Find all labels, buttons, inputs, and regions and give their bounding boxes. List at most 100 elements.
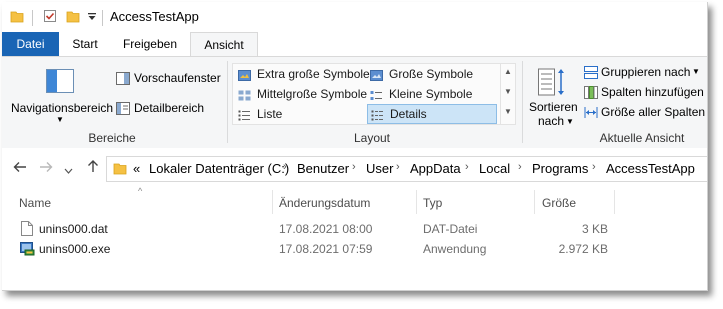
sort-by-label-2: nach (538, 114, 565, 128)
sort-by-label: Sortieren (529, 100, 578, 114)
title-bar: AccessTestApp (2, 2, 707, 32)
size-columns-icon (584, 106, 598, 122)
breadcrumb-item[interactable]: Programs (532, 161, 588, 176)
breadcrumb-item[interactable]: Benutzer (297, 161, 349, 176)
dropdown-arrow-icon: ▼ (566, 117, 574, 126)
tab-ansicht[interactable]: Ansicht (190, 32, 258, 57)
file-type: DAT-Datei (423, 222, 478, 236)
preview-pane-button[interactable]: Vorschaufenster (114, 70, 222, 88)
breadcrumb-item[interactable]: User (366, 161, 393, 176)
breadcrumb-chevron-icon[interactable]: › (396, 161, 400, 173)
table-row[interactable]: unins000.dat 17.08.2021 08:00 DAT-Datei … (2, 219, 707, 239)
file-size: 2.972 KB (558, 242, 608, 256)
scroll-up-icon[interactable]: ▲ (504, 67, 512, 76)
column-header-type[interactable]: Typ (423, 196, 442, 210)
breadcrumb-chevron-icon[interactable]: › (465, 161, 469, 173)
sort-indicator-icon: ^ (138, 186, 143, 196)
column-header-name[interactable]: Name (19, 196, 51, 210)
breadcrumb-item[interactable]: Local (479, 161, 510, 176)
layout-item-label: Liste (257, 107, 283, 121)
breadcrumb-chevron-icon[interactable]: › (352, 161, 356, 173)
navigation-pane-icon (46, 69, 74, 96)
group-divider (227, 61, 228, 143)
ribbon: Navigationsbereich ▼ Vorschaufenster Det… (2, 56, 707, 150)
layout-small-icons[interactable]: Kleine Symbole (367, 85, 472, 103)
table-row[interactable]: unins000.exe 17.08.2021 07:59 Anwendung … (2, 239, 707, 259)
column-header-size[interactable]: Größe (542, 196, 576, 210)
tab-freigeben[interactable]: Freigeben (111, 32, 189, 56)
details-pane-label: Detailbereich (134, 101, 205, 115)
folder-icon (113, 161, 127, 178)
breadcrumb-chevron-icon[interactable]: › (592, 161, 596, 173)
file-date: 17.08.2021 07:59 (279, 242, 373, 256)
navigation-pane-label: Navigationsbereich (11, 101, 114, 115)
divider (102, 10, 103, 26)
preview-pane-label: Vorschaufenster (134, 71, 221, 85)
breadcrumb-overflow[interactable]: « (133, 161, 140, 176)
breadcrumb-item[interactable]: AppData (410, 161, 461, 176)
tab-start[interactable]: Start (59, 32, 111, 56)
small-icons-icon (370, 88, 383, 100)
back-arrow-icon[interactable] (13, 160, 27, 176)
file-name: unins000.dat (39, 222, 108, 236)
up-arrow-icon[interactable] (87, 159, 99, 176)
group-by-icon (584, 66, 598, 82)
column-divider[interactable] (614, 190, 615, 214)
forward-arrow-icon[interactable] (39, 160, 53, 176)
layout-details[interactable]: Details (367, 104, 497, 124)
details-pane-icon (116, 102, 130, 118)
group-label-current-view: Aktuelle Ansicht (599, 131, 685, 145)
layout-gallery: Extra große Symbole Große Symbole Mittel… (232, 63, 516, 125)
breadcrumb-chevron-icon[interactable]: › (518, 161, 522, 173)
add-columns-button[interactable]: Spalten hinzufügen (582, 84, 707, 102)
size-all-columns-button[interactable]: Größe aller Spalten (582, 104, 707, 122)
details-pane-button[interactable]: Detailbereich (114, 100, 222, 118)
explorer-window: AccessTestApp Datei Start Freigeben Ansi… (2, 2, 708, 291)
layout-large-icons[interactable]: Große Symbole (367, 65, 473, 83)
group-by-button[interactable]: Gruppieren nach ▼ (582, 64, 707, 82)
tab-datei[interactable]: Datei (2, 32, 59, 56)
preview-pane-icon (116, 72, 130, 88)
file-list-header: ^ Name Änderungsdatum Typ Größe (2, 186, 707, 216)
size-all-columns-label: Größe aller Spalten (601, 105, 706, 119)
dropdown-arrow-icon: ▼ (692, 67, 700, 76)
large-icons-icon (370, 68, 383, 81)
window-title: AccessTestApp (110, 9, 199, 24)
folder-icon (10, 9, 24, 26)
new-folder-icon[interactable] (66, 9, 80, 26)
breadcrumb-item[interactable]: Lokaler Datenträger (C:) (149, 161, 289, 176)
customize-quick-access-icon[interactable] (87, 11, 97, 25)
layout-item-label: Große Symbole (389, 67, 474, 81)
layout-extra-large-icons[interactable]: Extra große Symbole (235, 65, 370, 83)
details-icon (371, 108, 384, 121)
properties-icon[interactable] (43, 9, 57, 26)
expand-gallery-icon[interactable]: ▼ (504, 107, 512, 116)
ribbon-tab-bar: Datei Start Freigeben Ansicht (2, 32, 707, 57)
address-bar[interactable]: « Lokaler Datenträger (C:) › Benutzer › … (106, 156, 707, 182)
layout-item-label: Mittelgroße Symbole (257, 87, 368, 101)
add-columns-label: Spalten hinzufügen (601, 85, 704, 99)
layout-medium-icons[interactable]: Mittelgroße Symbole (235, 85, 367, 103)
file-type: Anwendung (423, 242, 487, 256)
medium-icons-icon (238, 88, 251, 101)
breadcrumb-item[interactable]: AccessTestApp (606, 161, 695, 176)
breadcrumb-chevron-icon[interactable]: › (283, 161, 287, 173)
column-divider[interactable] (416, 190, 417, 214)
scroll-down-icon[interactable]: ▼ (504, 87, 512, 96)
column-header-date[interactable]: Änderungsdatum (279, 196, 370, 210)
layout-gallery-scroll[interactable]: ▲ ▼ ▼ (500, 64, 515, 124)
navigation-bar: « Lokaler Datenträger (C:) › Benutzer › … (2, 148, 707, 188)
layout-list[interactable]: Liste (235, 105, 282, 123)
group-by-label: Gruppieren nach (601, 65, 691, 79)
column-divider[interactable] (272, 190, 273, 214)
column-divider[interactable] (534, 190, 535, 214)
exe-icon (20, 241, 35, 259)
add-columns-icon (584, 86, 598, 102)
sort-by-button[interactable]: Sortieren nach ▼ (526, 63, 578, 128)
recent-locations-icon[interactable] (64, 162, 73, 178)
layout-item-label: Kleine Symbole (389, 87, 473, 101)
list-icon (238, 108, 251, 121)
layout-item-label: Extra große Symbole (257, 67, 370, 81)
navigation-pane-button[interactable]: Navigationsbereich ▼ (8, 63, 114, 125)
extra-large-icons-icon (238, 68, 251, 81)
